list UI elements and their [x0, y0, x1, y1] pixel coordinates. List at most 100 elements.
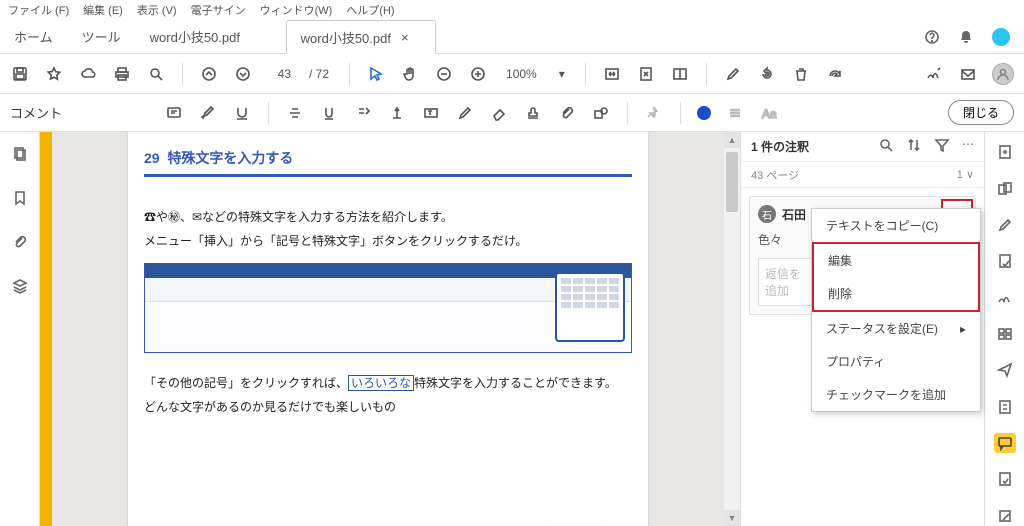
- scroll-up-icon[interactable]: ▲: [724, 132, 740, 148]
- body-paragraph-2: 「その他の記号」をクリックすれば、いろいろな特殊文字を入力することができます。 …: [144, 371, 632, 419]
- attachment-icon[interactable]: [10, 232, 30, 252]
- sort-icon[interactable]: [906, 137, 922, 156]
- page-down-icon[interactable]: [233, 64, 253, 84]
- more-icon[interactable]: ⋯: [962, 137, 974, 156]
- hand-tool-icon[interactable]: [400, 64, 420, 84]
- select-tool-icon[interactable]: [366, 64, 386, 84]
- left-nav-rail: [0, 132, 40, 526]
- symbol-popup: [555, 272, 625, 342]
- bookmark-icon[interactable]: [10, 188, 30, 208]
- create-pdf-icon[interactable]: [994, 142, 1016, 162]
- textbox-icon[interactable]: [421, 103, 441, 123]
- ctx-set-status[interactable]: ステータスを設定(E)▸: [812, 312, 980, 345]
- underline-text-icon[interactable]: [232, 103, 252, 123]
- page-area[interactable]: 29 特殊文字を入力する ☎や㊙、✉などの特殊文字を入力する方法を紹介します。 …: [52, 132, 724, 526]
- combine-icon[interactable]: [994, 178, 1016, 198]
- attach-icon[interactable]: [557, 103, 577, 123]
- comment-author: 石田: [782, 206, 806, 223]
- ctx-copy-text[interactable]: テキストをコピー(C): [812, 209, 980, 242]
- scroll-down-icon[interactable]: ▼: [724, 510, 740, 526]
- ctx-delete[interactable]: 削除: [814, 277, 978, 310]
- fit-width-icon[interactable]: [602, 64, 622, 84]
- highlight-icon[interactable]: [198, 103, 218, 123]
- menu-help[interactable]: ヘルプ(H): [346, 2, 394, 18]
- zoom-dropdown-icon[interactable]: ▾: [555, 67, 569, 81]
- sign-icon[interactable]: [924, 64, 944, 84]
- page-number-input[interactable]: [267, 67, 291, 81]
- stamp-icon[interactable]: [523, 103, 543, 123]
- thumbnails-icon[interactable]: [10, 144, 30, 164]
- pencil-icon[interactable]: [455, 103, 475, 123]
- delete-page-icon[interactable]: [791, 64, 811, 84]
- tab-doc-1[interactable]: word小技50.pdf: [136, 20, 286, 54]
- close-comments-button[interactable]: 閉じる: [948, 100, 1014, 125]
- edit-pdf-icon[interactable]: [723, 64, 743, 84]
- sign-tool-icon[interactable]: [994, 287, 1016, 307]
- underline-icon[interactable]: [319, 103, 339, 123]
- rotate-icon[interactable]: [757, 64, 777, 84]
- color-picker[interactable]: [697, 106, 711, 120]
- save-icon[interactable]: [10, 64, 30, 84]
- star-icon[interactable]: [44, 64, 64, 84]
- svg-text:Aa: Aa: [762, 107, 777, 121]
- search-icon[interactable]: [146, 64, 166, 84]
- scroll-thumb[interactable]: [726, 152, 738, 212]
- right-tools-rail: [984, 132, 1024, 526]
- help-icon[interactable]: [924, 29, 940, 45]
- page-up-icon[interactable]: [199, 64, 219, 84]
- menu-sign[interactable]: 電子サイン: [191, 2, 246, 18]
- share-mail-icon[interactable]: [958, 64, 978, 84]
- filter-icon[interactable]: [934, 137, 950, 156]
- compress-icon[interactable]: [994, 397, 1016, 417]
- read-mode-icon[interactable]: [670, 64, 690, 84]
- menu-window[interactable]: ウィンドウ(W): [260, 2, 333, 18]
- font-icon[interactable]: Aa: [759, 103, 779, 123]
- strikethrough-icon[interactable]: [285, 103, 305, 123]
- comment-tool-active-icon[interactable]: [994, 433, 1016, 453]
- ctx-add-checkmark[interactable]: チェックマークを追加: [812, 378, 980, 411]
- zoom-level[interactable]: 100%: [502, 67, 541, 81]
- highlighted-text[interactable]: いろいろな: [348, 375, 414, 391]
- tab-tools[interactable]: ツール: [68, 20, 136, 54]
- edit-icon[interactable]: [994, 215, 1016, 235]
- organize-icon[interactable]: [994, 324, 1016, 344]
- redo-icon[interactable]: [825, 64, 845, 84]
- close-tab-icon[interactable]: ×: [401, 30, 409, 45]
- replace-text-icon[interactable]: [353, 103, 373, 123]
- eraser-icon[interactable]: [489, 103, 509, 123]
- send-icon[interactable]: [994, 360, 1016, 380]
- insert-text-icon[interactable]: [387, 103, 407, 123]
- line-weight-icon[interactable]: [725, 103, 745, 123]
- zoom-in-icon[interactable]: [468, 64, 488, 84]
- tab-home[interactable]: ホーム: [0, 20, 68, 54]
- bell-icon[interactable]: [958, 29, 974, 45]
- cloud-icon[interactable]: [78, 64, 98, 84]
- print-icon[interactable]: [112, 64, 132, 84]
- comment-avatar-icon: 石: [758, 205, 776, 223]
- pin-icon[interactable]: [644, 103, 664, 123]
- user-avatar[interactable]: [992, 28, 1010, 46]
- export-icon[interactable]: [994, 251, 1016, 271]
- menu-edit[interactable]: 編集 (E): [83, 2, 123, 18]
- reply-input[interactable]: 返信を追加: [758, 258, 818, 306]
- layers-icon[interactable]: [10, 276, 30, 296]
- vertical-scrollbar[interactable]: ▲ ▼: [724, 132, 740, 526]
- menu-view[interactable]: 表示 (V): [137, 2, 177, 18]
- fill-sign-icon[interactable]: [994, 469, 1016, 489]
- search-comments-icon[interactable]: [878, 137, 894, 156]
- page-total: / 72: [305, 67, 333, 81]
- more-tools-icon[interactable]: [994, 506, 1016, 526]
- ctx-edit[interactable]: 編集: [814, 244, 978, 277]
- page-heading: 29 特殊文字を入力する: [144, 148, 632, 177]
- page-filter-count[interactable]: 1 ∨: [957, 168, 974, 181]
- shapes-icon[interactable]: [591, 103, 611, 123]
- main-toolbar: / 72 100% ▾: [0, 54, 1024, 94]
- ctx-properties[interactable]: プロパティ: [812, 345, 980, 378]
- comment-context-menu: テキストをコピー(C) 編集 削除 ステータスを設定(E)▸ プロパティ チェッ…: [811, 208, 981, 412]
- fit-page-icon[interactable]: [636, 64, 656, 84]
- menu-file[interactable]: ファイル (F): [8, 2, 69, 18]
- zoom-out-icon[interactable]: [434, 64, 454, 84]
- note-icon[interactable]: [164, 103, 184, 123]
- account-icon[interactable]: [992, 63, 1014, 85]
- tab-doc-2-active[interactable]: word小技50.pdf×: [286, 20, 436, 54]
